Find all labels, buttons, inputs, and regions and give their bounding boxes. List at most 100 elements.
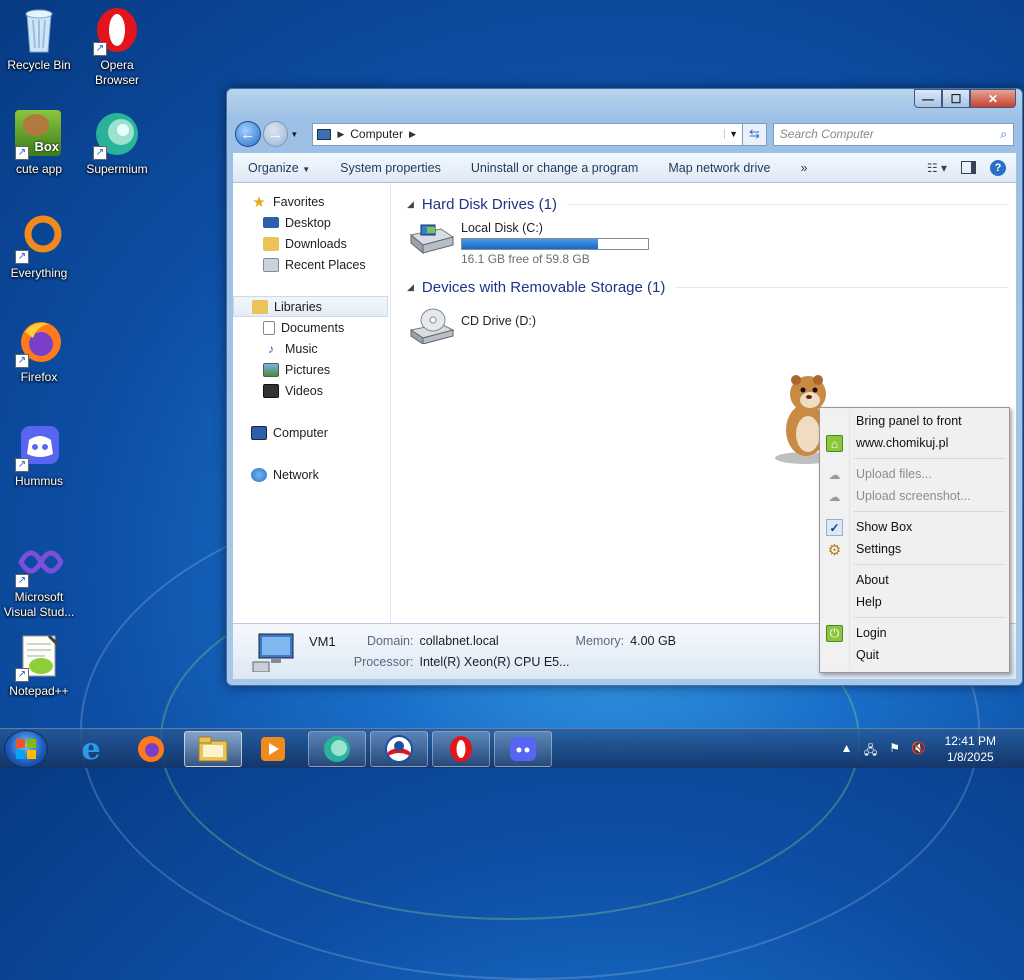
nav-favorites[interactable]: ★ Favorites: [233, 191, 390, 212]
clock[interactable]: 12:41 PM 1/8/2025: [945, 733, 996, 765]
refresh-button[interactable]: ⇆: [743, 122, 767, 146]
nav-recent-places[interactable]: Recent Places: [233, 254, 390, 275]
start-button[interactable]: [4, 730, 48, 768]
taskbar-app-obama[interactable]: [370, 731, 428, 767]
menu-help[interactable]: Help: [822, 591, 1007, 613]
desktop-icon-firefox[interactable]: ↗ Firefox: [0, 318, 78, 385]
nav-label: Desktop: [285, 215, 331, 230]
menu-quit[interactable]: Quit: [822, 644, 1007, 666]
nav-desktop[interactable]: Desktop: [233, 212, 390, 233]
taskbar-supermium[interactable]: [308, 731, 366, 767]
recent-places-icon: [263, 257, 279, 272]
uninstall-program-button[interactable]: Uninstall or change a program: [456, 161, 653, 175]
address-dropdown-icon[interactable]: ▼: [724, 129, 742, 139]
nav-documents[interactable]: Documents: [233, 317, 390, 338]
menu-upload-screenshot[interactable]: ☁ Upload screenshot...: [822, 485, 1007, 507]
preview-pane-icon[interactable]: [961, 161, 976, 174]
desktop-icon-everything[interactable]: ↗ Everything: [0, 214, 78, 281]
cd-drive-icon: [407, 308, 455, 345]
menu-show-box[interactable]: ✓ Show Box: [822, 516, 1007, 538]
disk-usage-fill: [462, 239, 598, 249]
nav-libraries[interactable]: Libraries: [233, 296, 388, 317]
network-tray-icon[interactable]: 🖧: [863, 741, 879, 757]
blue-circle-app-icon: [385, 735, 413, 763]
desktop-icon-visual-studio[interactable]: ↗ Microsoft Visual Stud...: [0, 538, 78, 620]
organize-button[interactable]: Organize ▼: [233, 161, 325, 175]
breadcrumb-computer[interactable]: Computer: [350, 127, 403, 141]
navigation-pane: ★ Favorites Desktop Downloads Recent Pla…: [233, 183, 391, 625]
drive-local-disk[interactable]: Local Disk (C:) 16.1 GB free of 59.8 GB: [407, 221, 1016, 266]
breadcrumb-arrow-icon[interactable]: ▶: [337, 129, 344, 140]
collapse-triangle-icon[interactable]: ◢: [407, 282, 414, 293]
more-commands-button[interactable]: »: [785, 161, 822, 175]
taskbar-internet-explorer[interactable]: e: [62, 731, 120, 767]
taskbar-opera[interactable]: [432, 731, 490, 767]
back-button[interactable]: ←: [235, 121, 261, 147]
nav-music[interactable]: ♪ Music: [233, 338, 390, 359]
menu-bring-to-front[interactable]: Bring panel to front: [822, 410, 1007, 432]
desktop-icon-label: cute app: [15, 162, 63, 176]
taskbar-media-player[interactable]: [244, 731, 302, 767]
shortcut-arrow-icon: ↗: [15, 354, 29, 368]
close-button[interactable]: ✕: [970, 89, 1016, 108]
recent-pages-chevron-icon[interactable]: ▼: [290, 130, 298, 139]
shortcut-arrow-icon: ↗: [15, 458, 29, 472]
group-header-removable[interactable]: ◢ Devices with Removable Storage (1): [407, 276, 1016, 298]
taskbar-discord[interactable]: [494, 731, 552, 767]
nav-videos[interactable]: Videos: [233, 380, 390, 401]
discord-icon: ↗: [15, 422, 63, 472]
view-options-icon[interactable]: ☷ ▾: [927, 161, 947, 175]
command-bar: Organize ▼ System properties Uninstall o…: [233, 153, 1016, 183]
taskbar-firefox[interactable]: [122, 731, 180, 767]
navigation-row: ← → ▼ ▶ Computer ▶ ▼ ⇆ Search Computer ⌕: [235, 121, 1014, 147]
search-input[interactable]: Search Computer ⌕: [772, 122, 1014, 146]
menu-website[interactable]: ⌂ www.chomikuj.pl: [822, 432, 1007, 454]
nav-network[interactable]: Network: [233, 464, 390, 485]
search-icon[interactable]: ⌕: [1000, 127, 1007, 142]
collapse-triangle-icon[interactable]: ◢: [407, 199, 414, 210]
nav-label: Favorites: [273, 194, 325, 209]
address-bar[interactable]: ▶ Computer ▶ ▼: [312, 122, 744, 146]
group-title: Devices with Removable Storage (1): [421, 278, 666, 296]
music-icon: ♪: [268, 341, 274, 356]
home-icon: ⌂: [826, 435, 843, 452]
group-title: Hard Disk Drives (1): [421, 195, 557, 213]
clock-time: 12:41 PM: [944, 734, 996, 748]
forward-button[interactable]: →: [262, 121, 289, 147]
nav-label: Network: [273, 467, 319, 482]
desktop-icon-opera[interactable]: ↗ Opera Browser: [78, 6, 156, 88]
menu-login[interactable]: ⏻ Login: [822, 622, 1007, 644]
desktop-icon-cute-app[interactable]: Box ↗ cute app: [0, 110, 78, 177]
minimize-button[interactable]: —: [914, 89, 942, 108]
action-center-flag-icon[interactable]: ⚑: [887, 741, 903, 757]
notepadpp-icon: ↗: [15, 632, 63, 682]
desktop-icon-recycle-bin[interactable]: Recycle Bin: [0, 6, 78, 73]
system-properties-button[interactable]: System properties: [325, 161, 456, 175]
desktop-icon-notepadpp[interactable]: ↗ Notepad++: [0, 632, 78, 699]
nav-pictures[interactable]: Pictures: [233, 359, 390, 380]
help-icon[interactable]: ?: [990, 159, 1006, 176]
upload-icon: ☁: [828, 489, 841, 504]
drive-cd[interactable]: CD Drive (D:): [407, 308, 1016, 345]
processor-label: Processor:: [353, 655, 414, 669]
nav-label: Music: [285, 341, 318, 356]
nav-label: Recent Places: [285, 257, 366, 272]
menu-about[interactable]: About: [822, 569, 1007, 591]
breadcrumb-arrow-icon[interactable]: ▶: [409, 129, 416, 140]
drive-name: Local Disk (C:): [461, 221, 543, 235]
desktop-icon-supermium[interactable]: ↗ Supermium: [78, 110, 156, 177]
nav-computer[interactable]: Computer: [233, 422, 390, 443]
desktop-icon-hummus[interactable]: ↗ Hummus: [0, 422, 78, 489]
volume-muted-icon[interactable]: 🔇: [911, 741, 927, 757]
nav-downloads[interactable]: Downloads: [233, 233, 390, 254]
desktop-icon-label: Opera Browser: [94, 58, 139, 87]
menu-settings[interactable]: ⚙ Settings: [822, 538, 1007, 560]
maximize-button[interactable]: ☐: [942, 89, 970, 108]
show-hidden-icons-icon[interactable]: ▲: [839, 741, 855, 757]
desktop-icon-label: Supermium: [86, 162, 148, 176]
group-header-hdd[interactable]: ◢ Hard Disk Drives (1): [407, 193, 1016, 215]
taskbar-explorer[interactable]: [184, 731, 242, 767]
map-network-drive-button[interactable]: Map network drive: [653, 161, 785, 175]
menu-upload-files[interactable]: ☁ Upload files...: [822, 463, 1007, 485]
computer-name: VM1: [309, 634, 336, 649]
